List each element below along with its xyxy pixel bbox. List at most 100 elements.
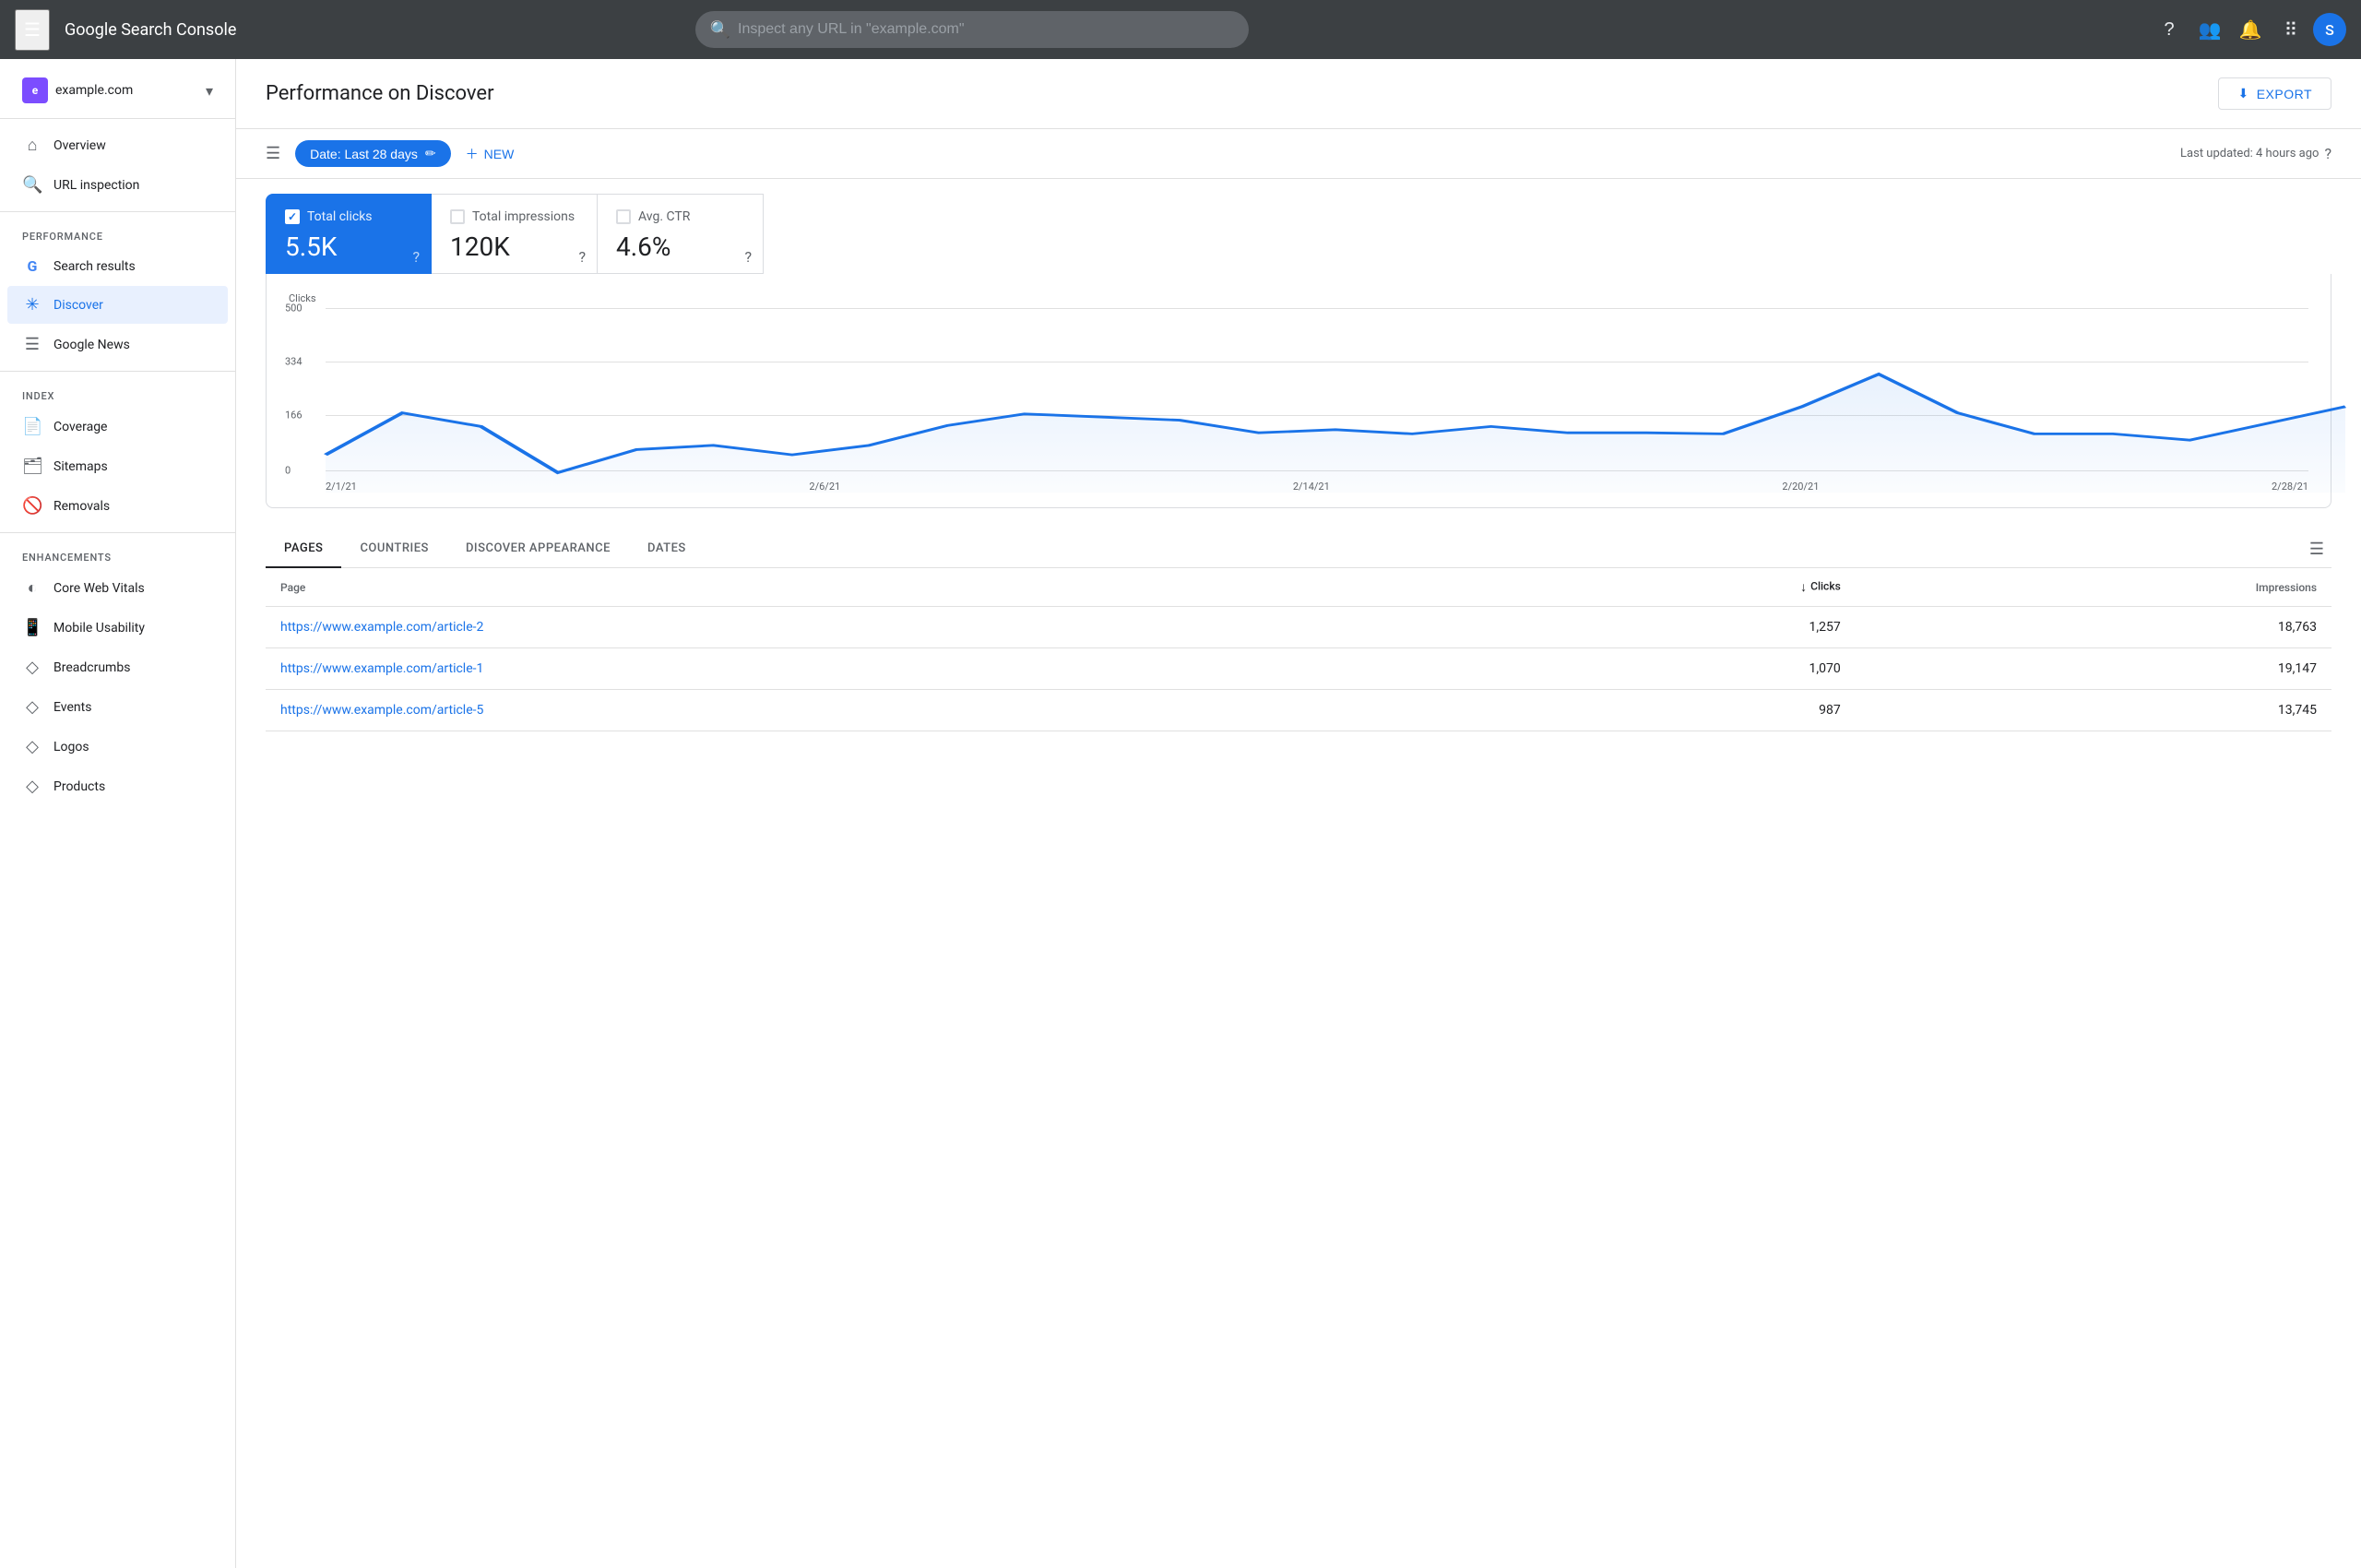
- sitemaps-icon: 🗂: [22, 457, 42, 476]
- sidebar-item-label: Overview: [53, 138, 106, 153]
- enhancements-section-label: Enhancements: [0, 540, 235, 567]
- table-row: https://www.example.com/article-2 1,257 …: [266, 607, 2331, 648]
- metric-card-avg-ctr[interactable]: Avg. CTR 4.6% ?: [598, 194, 764, 274]
- tab-discover-appearance[interactable]: DISCOVER APPEARANCE: [447, 530, 629, 568]
- coverage-icon: 📄: [22, 417, 42, 436]
- data-table: Page ↓Clicks Impressions https://www.exa…: [266, 568, 2331, 731]
- tab-countries[interactable]: COUNTRIES: [341, 530, 447, 568]
- page-link[interactable]: https://www.example.com/article-5: [280, 703, 483, 718]
- search-icon: 🔍: [710, 20, 730, 40]
- table-filter-icon[interactable]: ☰: [2302, 532, 2331, 566]
- grid-label-500: 500: [285, 303, 303, 315]
- google-g-icon: G: [22, 257, 42, 275]
- sidebar-item-discover[interactable]: ✳ Discover: [7, 286, 228, 324]
- table-body: https://www.example.com/article-2 1,257 …: [266, 607, 2331, 731]
- new-filter-button[interactable]: ＋ NEW: [466, 145, 515, 163]
- date-filter-button[interactable]: Date: Last 28 days ✏: [295, 140, 450, 167]
- x-label-3: 2/20/21: [1782, 481, 1819, 493]
- date-filter-label: Date: Last 28 days: [310, 147, 418, 161]
- sidebar-item-label: Removals: [53, 499, 110, 514]
- col-header-clicks[interactable]: ↓Clicks: [1489, 568, 1856, 607]
- col-header-impressions[interactable]: Impressions: [1856, 568, 2331, 607]
- metric-value: 5.5K: [285, 232, 412, 262]
- sidebar-item-removals[interactable]: 🚫 Removals: [7, 487, 228, 525]
- sidebar-item-breadcrumbs[interactable]: ◇ Breadcrumbs: [7, 648, 228, 686]
- sidebar-item-label: Events: [53, 700, 91, 715]
- topnav: ☰ Google Search Console 🔍 ? 👥 🔔 ⠿ S: [0, 0, 2361, 59]
- sidebar-divider-3: [0, 371, 235, 372]
- search-input[interactable]: [738, 21, 1234, 38]
- impressions-value: 13,745: [1856, 690, 2331, 731]
- chart-container: 500 334 166 0: [289, 308, 2308, 493]
- mobile-usability-icon: 📱: [22, 618, 42, 637]
- clicks-value: 987: [1489, 690, 1856, 731]
- chart-area: Clicks 500 334 166 0: [266, 274, 2331, 508]
- chart-y-label: Clicks: [289, 292, 2308, 304]
- account-settings-button[interactable]: 👥: [2191, 11, 2228, 48]
- apps-button[interactable]: ⠿: [2272, 11, 2309, 48]
- page-link[interactable]: https://www.example.com/article-1: [280, 661, 483, 676]
- sidebar-item-events[interactable]: ◇ Events: [7, 688, 228, 726]
- metric-help-icon[interactable]: ?: [412, 248, 420, 266]
- metric-card-total-impressions[interactable]: Total impressions 120K ?: [432, 194, 598, 274]
- line-chart: [326, 308, 2345, 493]
- sidebar-item-label: Coverage: [53, 420, 107, 434]
- sidebar-item-core-web-vitals[interactable]: ◐ Core Web Vitals: [7, 569, 228, 607]
- page-link[interactable]: https://www.example.com/article-2: [280, 620, 483, 635]
- sidebar-item-mobile-usability[interactable]: 📱 Mobile Usability: [7, 609, 228, 647]
- sidebar-item-label: Breadcrumbs: [53, 660, 130, 675]
- col-header-page[interactable]: Page: [266, 568, 1489, 607]
- page-url: https://www.example.com/article-2: [266, 607, 1489, 648]
- sidebar-item-google-news[interactable]: ☰ Google News: [7, 326, 228, 363]
- last-updated-help-icon[interactable]: ?: [2324, 145, 2331, 162]
- last-updated-text: Last updated: 4 hours ago: [2180, 147, 2319, 160]
- tab-pages[interactable]: PAGES: [266, 530, 341, 568]
- table-section: PAGES COUNTRIES DISCOVER APPEARANCE DATE…: [266, 530, 2331, 731]
- checkbox-check-icon: ✓: [288, 210, 297, 223]
- hamburger-menu-button[interactable]: ☰: [15, 9, 50, 51]
- tab-dates[interactable]: DATES: [629, 530, 705, 568]
- sidebar-item-logos[interactable]: ◇ Logos: [7, 728, 228, 766]
- logo-text: Google Search Console: [65, 20, 236, 40]
- sidebar-item-coverage[interactable]: 📄 Coverage: [7, 408, 228, 445]
- notifications-button[interactable]: 🔔: [2232, 11, 2269, 48]
- sidebar-divider-4: [0, 532, 235, 533]
- help-button[interactable]: ?: [2151, 11, 2188, 48]
- metric-label: Total clicks: [307, 209, 373, 224]
- metric-checkbox: [450, 209, 465, 224]
- metric-card-total-clicks[interactable]: ✓ Total clicks 5.5K ?: [266, 194, 432, 274]
- sidebar-item-label: URL inspection: [53, 178, 139, 193]
- metric-help-icon[interactable]: ?: [744, 248, 752, 266]
- last-updated: Last updated: 4 hours ago ?: [2180, 145, 2331, 162]
- performance-section-label: Performance: [0, 220, 235, 246]
- new-label: NEW: [484, 147, 515, 161]
- sidebar-item-search-results[interactable]: G Search results: [7, 248, 228, 284]
- sidebar-item-overview[interactable]: ⌂ Overview: [7, 126, 228, 164]
- main-content: Performance on Discover ⬇ EXPORT ☰ Date:…: [236, 59, 2361, 1568]
- grid-label-334: 334: [285, 356, 303, 368]
- search-bar[interactable]: 🔍: [695, 11, 1249, 48]
- grid-label-166: 166: [285, 410, 303, 422]
- export-button[interactable]: ⬇ EXPORT: [2218, 77, 2331, 110]
- filter-bar: ☰ Date: Last 28 days ✏ ＋ NEW Last update…: [236, 129, 2361, 179]
- removals-icon: 🚫: [22, 496, 42, 516]
- breadcrumbs-icon: ◇: [22, 658, 42, 677]
- metric-checkbox: ✓: [285, 209, 300, 224]
- sidebar-item-products[interactable]: ◇ Products: [7, 767, 228, 805]
- metric-help-icon[interactable]: ?: [578, 248, 586, 266]
- x-axis: 2/1/21 2/6/21 2/14/21 2/20/21 2/28/21: [326, 481, 2308, 493]
- logo-link[interactable]: Google Search Console: [65, 20, 236, 40]
- property-name: example.com: [55, 83, 198, 98]
- home-icon: ⌂: [22, 136, 42, 155]
- sidebar-item-label: Mobile Usability: [53, 621, 145, 636]
- property-selector[interactable]: e example.com ▾: [7, 70, 228, 111]
- x-label-4: 2/28/21: [2272, 481, 2308, 493]
- sidebar-item-sitemaps[interactable]: 🗂 Sitemaps: [7, 447, 228, 485]
- sidebar-divider-1: [0, 118, 235, 119]
- avatar[interactable]: S: [2313, 13, 2346, 46]
- page-url: https://www.example.com/article-5: [266, 690, 1489, 731]
- metric-value: 120K: [450, 232, 578, 262]
- metric-cards: ✓ Total clicks 5.5K ? Total impressions …: [236, 179, 2361, 274]
- sidebar-item-label: Discover: [53, 298, 103, 313]
- sidebar-item-url-inspection[interactable]: 🔍 URL inspection: [7, 166, 228, 204]
